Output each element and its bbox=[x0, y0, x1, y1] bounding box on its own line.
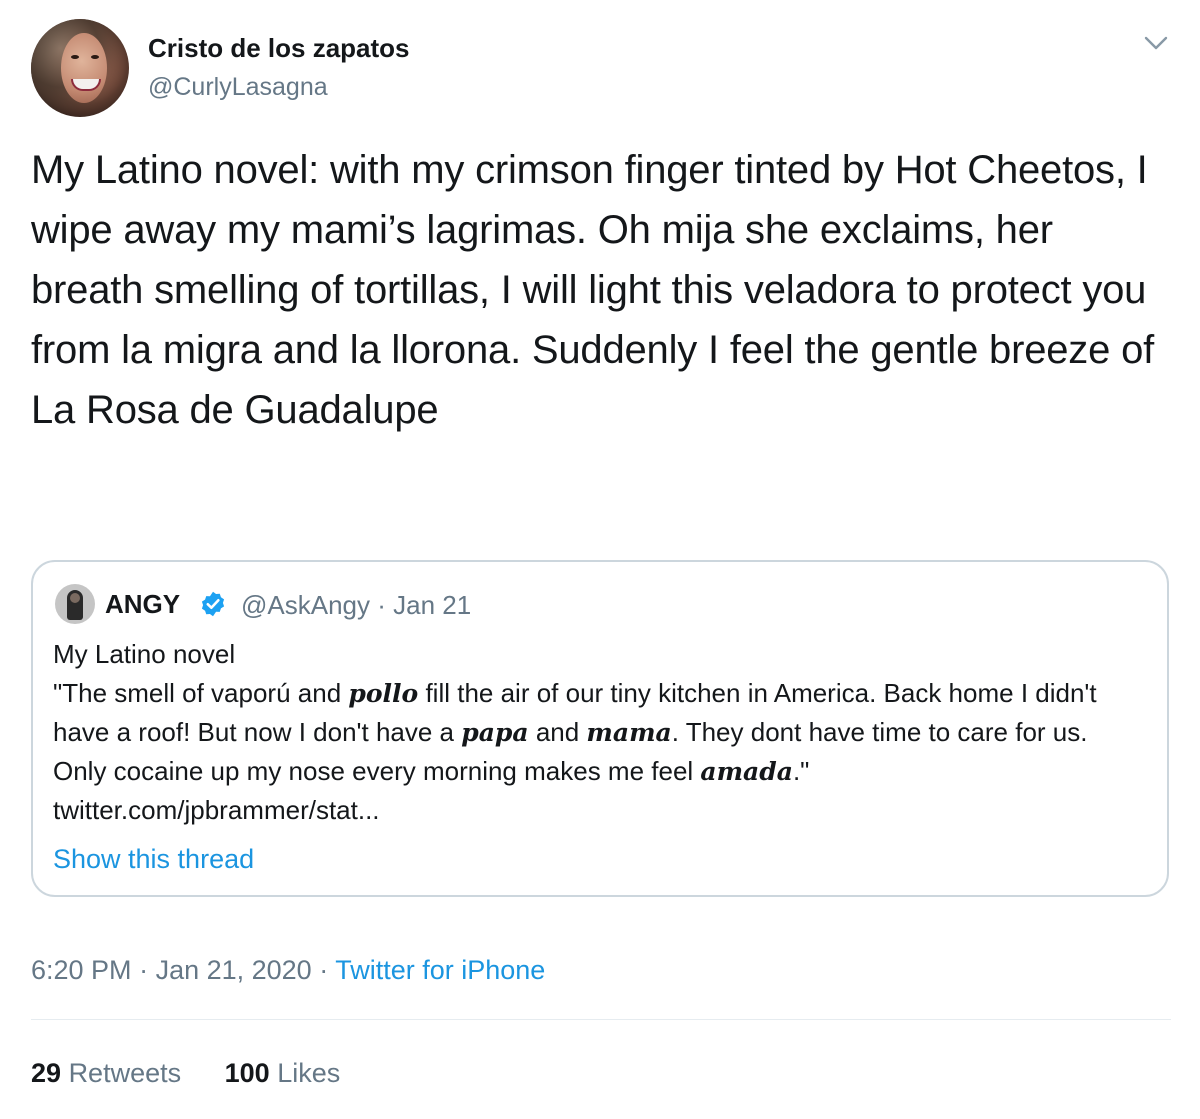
verified-badge-icon bbox=[201, 591, 225, 617]
quoted-first-line: My Latino novel bbox=[53, 639, 236, 669]
quoted-author-name[interactable]: ANGY bbox=[105, 587, 180, 621]
avatar-eye-right bbox=[91, 55, 99, 59]
avatar-eye-left bbox=[71, 55, 79, 59]
text-segment: "The smell of vaporú and bbox=[53, 678, 349, 708]
quoted-author-handle[interactable]: @AskAngy bbox=[241, 590, 370, 620]
tweet-date[interactable]: Jan 21, 2020 bbox=[156, 955, 312, 985]
styled-word: papa bbox=[461, 718, 529, 747]
text-segment: and bbox=[528, 717, 587, 747]
quoted-tweet-text: My Latino novel "The smell of vaporú and… bbox=[53, 635, 1143, 830]
quoted-meta: @AskAngy · Jan 21 bbox=[241, 588, 471, 622]
author-name[interactable]: Cristo de los zapatos bbox=[148, 33, 410, 63]
retweets-label: Retweets bbox=[68, 1058, 182, 1088]
tweet-source-link[interactable]: Twitter for iPhone bbox=[335, 955, 545, 985]
quoted-author-avatar[interactable] bbox=[55, 584, 95, 624]
quoted-tweet-card[interactable]: ANGY @AskAngy · Jan 21 My Latino novel "… bbox=[31, 560, 1169, 897]
author-avatar[interactable] bbox=[31, 19, 129, 117]
likes-stat[interactable]: 100 Likes bbox=[225, 1055, 341, 1091]
retweets-count: 29 bbox=[31, 1058, 62, 1088]
meta-separator: · bbox=[311, 955, 336, 985]
meta-separator: · bbox=[370, 590, 394, 620]
styled-word: amada bbox=[700, 757, 793, 786]
chevron-down-icon[interactable] bbox=[1143, 32, 1169, 54]
tweet-time[interactable]: 6:20 PM bbox=[31, 955, 132, 985]
avatar-figure bbox=[67, 590, 83, 620]
likes-label: Likes bbox=[277, 1058, 341, 1088]
tweet-text: My Latino novel: with my crimson finger … bbox=[31, 148, 1155, 432]
quoted-paragraph: "The smell of vaporú and pollo fill the … bbox=[53, 674, 1143, 830]
meta-separator: · bbox=[131, 955, 156, 985]
divider bbox=[31, 1019, 1171, 1020]
styled-word: mama bbox=[586, 718, 672, 747]
quoted-date[interactable]: Jan 21 bbox=[393, 590, 471, 620]
retweets-stat[interactable]: 29 Retweets bbox=[31, 1055, 181, 1091]
engagement-stats: 29 Retweets 100 Likes bbox=[31, 1055, 376, 1091]
avatar-face bbox=[61, 33, 107, 103]
author-handle[interactable]: @CurlyLasagna bbox=[148, 72, 328, 102]
show-thread-link[interactable]: Show this thread bbox=[53, 842, 254, 876]
styled-word: pollo bbox=[348, 679, 419, 708]
tweet-timestamp: 6:20 PM · Jan 21, 2020 · Twitter for iPh… bbox=[31, 952, 545, 988]
likes-count: 100 bbox=[224, 1058, 270, 1088]
